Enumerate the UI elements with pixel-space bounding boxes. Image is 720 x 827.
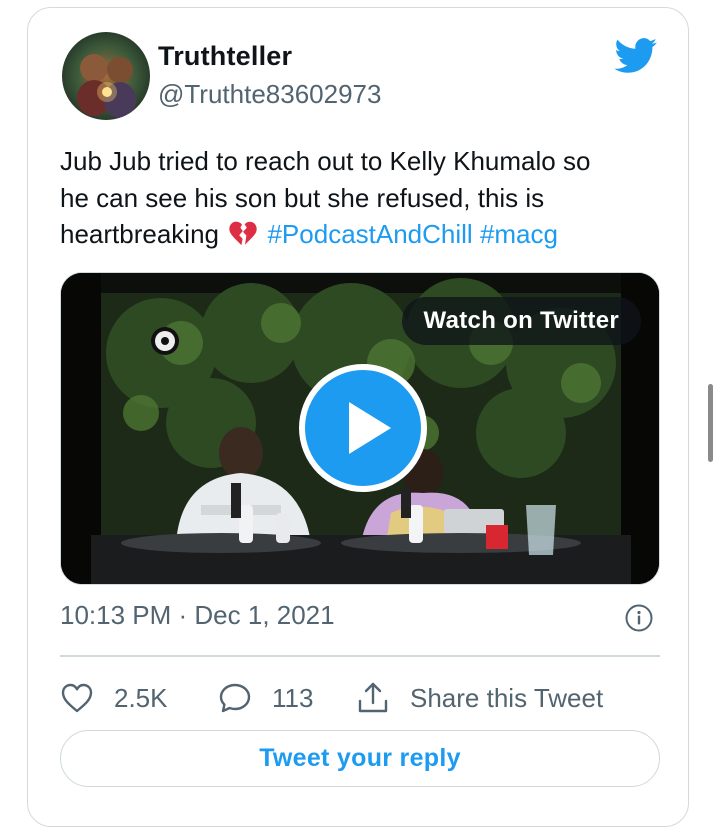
like-button[interactable]: 2.5K [60, 678, 168, 718]
scrollbar[interactable] [708, 384, 713, 462]
author-handle[interactable]: @Truthte83602973 [158, 79, 381, 110]
reply-count-button[interactable]: 113 [218, 678, 313, 718]
info-icon[interactable] [624, 603, 654, 633]
reply-count: 113 [272, 682, 314, 713]
comment-bubble-icon [219, 683, 251, 713]
tweet-text-line-3: heartbreaking #PodcastAndChill #macg [60, 216, 660, 257]
watch-on-twitter-button[interactable]: Watch on Twitter [401, 297, 641, 345]
tweet-text: Jub Jub tried to reach out to Kelly Khum… [60, 143, 660, 257]
author-display-name[interactable]: Truthteller [158, 41, 292, 72]
twitter-bird-icon[interactable] [614, 38, 658, 74]
heart-icon [61, 683, 93, 713]
like-count: 2.5K [114, 682, 168, 713]
tweet-text-line: Jub Jub tried to reach out to Kelly Khum… [60, 146, 591, 176]
tweet-text-line: he can see his son but she refused, this… [60, 182, 545, 213]
tweet-text-fragment: heartbreaking [60, 219, 219, 249]
hashtag-link[interactable]: #PodcastAndChill [267, 219, 472, 249]
share-button[interactable]: Share this Tweet [356, 678, 603, 718]
broken-heart-icon [228, 220, 258, 257]
hashtag-link[interactable]: #macg [480, 219, 558, 249]
avatar[interactable] [62, 32, 150, 120]
tweet-card: Truthteller @Truthte83602973 Jub Jub tri… [27, 7, 689, 827]
share-label: Share this Tweet [410, 682, 604, 713]
tweet-timestamp[interactable]: 10:13 PM · Dec 1, 2021 [60, 600, 335, 631]
tweet-your-reply-button[interactable]: Tweet your reply [60, 730, 660, 787]
video-thumbnail[interactable]: Watch on Twitter [60, 272, 660, 585]
share-icon [358, 682, 388, 713]
play-icon[interactable] [299, 364, 427, 492]
divider [60, 655, 660, 657]
